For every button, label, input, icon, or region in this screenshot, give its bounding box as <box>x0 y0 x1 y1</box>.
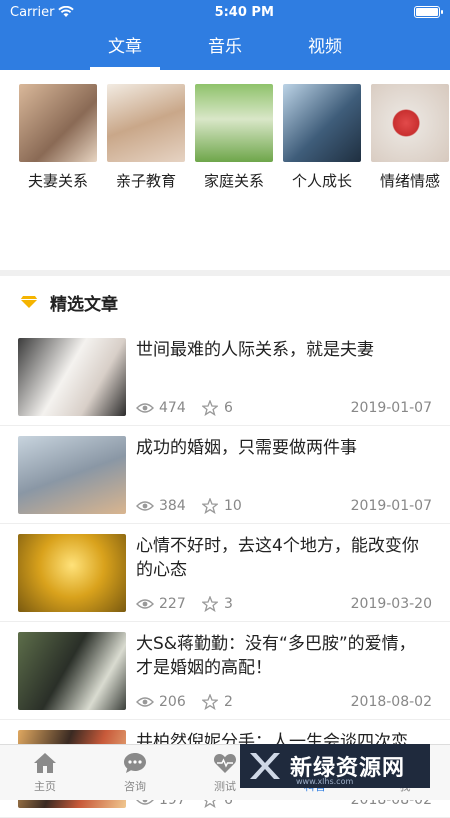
eye-icon <box>136 696 154 707</box>
tab-video[interactable]: 视频 <box>304 24 346 70</box>
nav-home[interactable]: 主页 <box>0 745 90 800</box>
watermark-subtext: www.xlhs.com <box>296 777 354 786</box>
section-header: 精选文章 <box>0 276 450 328</box>
heart-icon <box>213 753 237 773</box>
category-image <box>283 84 361 162</box>
category-label: 个人成长 <box>291 172 352 190</box>
article-item[interactable]: 大S&蒋勤勤：没有“多巴胺”的爱情，才是婚姻的高配！ 206 2 2018-08… <box>0 622 450 720</box>
category-growth[interactable]: 个人成长 <box>283 84 361 270</box>
category-marriage[interactable]: 夫妻关系 <box>19 84 97 270</box>
watermark-logo: 新绿资源网 www.xlhs.com <box>240 744 430 788</box>
category-label: 夫妻关系 <box>27 172 88 190</box>
article-thumbnail <box>18 631 126 710</box>
star-icon[interactable] <box>202 693 218 710</box>
nav-label: 测试 <box>214 779 236 793</box>
battery-icon <box>413 6 443 18</box>
wifi-icon <box>58 6 75 17</box>
tab-articles[interactable]: 文章 <box>90 24 160 70</box>
category-label: 情绪情感 <box>379 172 440 190</box>
view-count: 206 <box>159 693 186 710</box>
article-title: 心情不好时，去这4个地方，能改变你的心态 <box>136 535 419 580</box>
top-tabs: 文章 音乐 视频 <box>0 24 450 70</box>
star-count: 3 <box>224 595 233 612</box>
eye-icon <box>136 402 154 413</box>
home-icon <box>34 752 56 773</box>
category-family[interactable]: 家庭关系 <box>195 84 273 270</box>
star-count: 6 <box>224 399 233 416</box>
category-image <box>195 84 273 162</box>
star-icon[interactable] <box>202 399 218 416</box>
article-title: 世间最难的人际关系，就是夫妻 <box>136 339 374 360</box>
diamond-icon <box>20 296 38 308</box>
article-title: 大S&蒋勤勤：没有“多巴胺”的爱情，才是婚姻的高配！ <box>136 633 416 678</box>
article-date: 2019-03-20 <box>350 595 432 612</box>
article-thumbnail <box>18 435 126 514</box>
logo-icon <box>250 753 280 779</box>
status-time: 5:40 PM <box>214 4 274 20</box>
eye-icon <box>136 598 154 609</box>
carrier-label: Carrier <box>10 4 55 20</box>
star-count: 10 <box>224 497 242 514</box>
star-count: 2 <box>224 693 233 710</box>
article-item[interactable]: 世间最难的人际关系，就是夫妻 474 6 2019-01-07 <box>0 328 450 426</box>
view-count: 384 <box>159 497 186 514</box>
category-emotion[interactable]: 情绪情感 <box>371 84 449 270</box>
chat-icon <box>124 752 146 773</box>
category-label: 亲子教育 <box>115 172 176 190</box>
view-count: 227 <box>159 595 186 612</box>
star-icon[interactable] <box>202 595 218 612</box>
star-icon[interactable] <box>202 497 218 514</box>
article-title: 成功的婚姻，只需要做两件事 <box>136 437 357 458</box>
article-thumbnail <box>18 337 126 416</box>
article-date: 2019-01-07 <box>350 497 432 514</box>
category-parenting[interactable]: 亲子教育 <box>107 84 185 270</box>
category-label: 家庭关系 <box>203 172 264 190</box>
top-header: Carrier 5:40 PM 文章 音乐 视频 <box>0 0 450 70</box>
nav-consult[interactable]: 咨询 <box>90 745 180 800</box>
category-image <box>371 84 449 162</box>
view-count: 474 <box>159 399 186 416</box>
category-image <box>107 84 185 162</box>
section-title: 精选文章 <box>50 294 118 315</box>
status-bar: Carrier 5:40 PM <box>0 0 450 24</box>
article-date: 2018-08-02 <box>350 693 432 710</box>
tab-music[interactable]: 音乐 <box>204 24 246 70</box>
category-image <box>19 84 97 162</box>
article-thumbnail <box>18 533 126 612</box>
nav-label: 咨询 <box>124 779 146 793</box>
article-item[interactable]: 成功的婚姻，只需要做两件事 384 10 2019-01-07 <box>0 426 450 524</box>
article-item[interactable]: 心情不好时，去这4个地方，能改变你的心态 227 3 2019-03-20 <box>0 524 450 622</box>
category-strip: 夫妻关系 亲子教育 家庭关系 个人成长 情绪情感 <box>0 70 450 276</box>
nav-label: 主页 <box>34 779 56 793</box>
article-date: 2019-01-07 <box>350 399 432 416</box>
eye-icon <box>136 500 154 511</box>
